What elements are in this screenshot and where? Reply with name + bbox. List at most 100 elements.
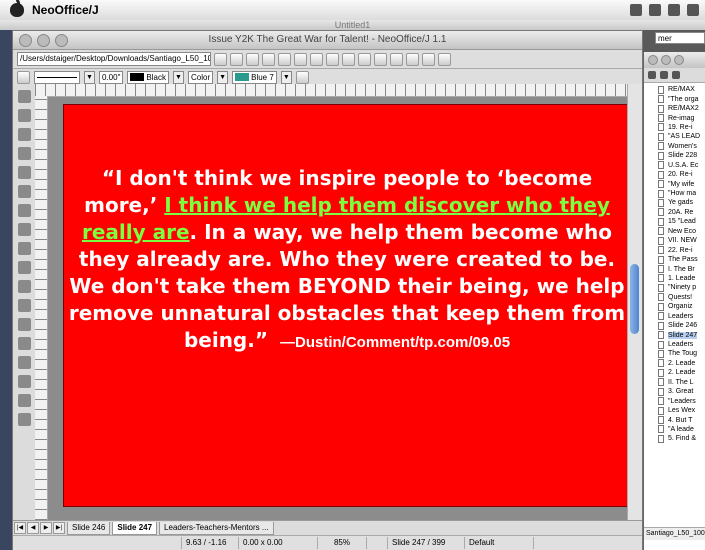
copy-icon[interactable] (326, 52, 339, 66)
navigator-item[interactable]: 5. Find & (644, 434, 705, 443)
line-tool-icon[interactable] (17, 223, 31, 236)
horizontal-ruler[interactable] (35, 84, 640, 97)
back-window-title[interactable]: Untitled1 (0, 20, 705, 30)
navigator-item[interactable]: 3. Great (644, 387, 705, 396)
navigator-item[interactable]: "Leaders (644, 396, 705, 406)
pointer-icon[interactable] (648, 71, 656, 79)
navigator-item[interactable]: RE/MAX (644, 85, 705, 94)
grid-icon[interactable] (17, 413, 31, 426)
navigator-item[interactable]: 2. Leade (644, 359, 705, 368)
align-icon[interactable] (17, 280, 31, 293)
save-icon[interactable] (246, 52, 259, 66)
navigator-item[interactable]: "A leade (644, 425, 705, 434)
first-tab-button[interactable]: |◀ (14, 522, 26, 534)
tab-leaders[interactable]: Leaders-Teachers-Mentors ... (159, 521, 274, 535)
flag-icon[interactable] (668, 4, 680, 16)
navigator-item[interactable]: "Ninety p (644, 283, 705, 292)
background-search-field[interactable]: mer (655, 32, 705, 44)
chevron-down-icon[interactable]: ▼ (172, 70, 184, 84)
status-zoom[interactable]: 85% (318, 537, 367, 549)
help-icon[interactable] (438, 52, 451, 66)
area-style-select[interactable]: Color (187, 70, 214, 84)
slide[interactable]: “I don't think we inspire people to ‘bec… (63, 104, 629, 507)
navigator-item[interactable]: Quests! (644, 293, 705, 302)
navigator-zoom-button[interactable] (674, 55, 684, 65)
navigator-item[interactable]: Women's (644, 142, 705, 151)
chevron-down-icon[interactable]: ▼ (280, 70, 292, 84)
stylist-icon[interactable] (406, 52, 419, 66)
navigator-item[interactable]: 20. Re-i (644, 170, 705, 179)
redo-icon[interactable] (374, 52, 387, 66)
navigator-item[interactable]: 20A. Re (644, 208, 705, 217)
navigator-item[interactable]: RE/MAX2 (644, 104, 705, 113)
close-button[interactable] (19, 34, 32, 47)
navigator-item[interactable]: Slide 247 (644, 330, 705, 340)
navigator-titlebar[interactable] (644, 52, 705, 68)
chevron-down-icon[interactable]: ▼ (217, 70, 229, 84)
navigator-item[interactable]: Les Wex (644, 406, 705, 415)
volume-icon[interactable] (649, 4, 661, 16)
navigator-item[interactable]: VII. NEW (644, 236, 705, 245)
vertical-ruler[interactable] (35, 96, 48, 520)
url-field[interactable]: /Users/dstaiger/Desktop/Downloads/Santia… (17, 52, 211, 66)
gallery-icon[interactable] (422, 52, 435, 66)
navigator-item[interactable]: Slide 228 (644, 151, 705, 160)
navigator-item[interactable]: The Toug (644, 349, 705, 358)
email-icon[interactable] (262, 52, 275, 66)
3d-effects-icon[interactable] (17, 337, 31, 350)
vertical-scrollbar[interactable] (627, 84, 642, 520)
navigator-item[interactable]: Leaders (644, 340, 705, 349)
select-icon[interactable] (17, 90, 31, 103)
navigator-item[interactable]: 1. Leade (644, 274, 705, 283)
navigator-document-select[interactable]: Santiago_L50_1003 (644, 527, 705, 540)
navigator-item[interactable]: II. The L (644, 378, 705, 387)
tab-slide-246[interactable]: Slide 246 (67, 521, 111, 535)
previous-slide-icon[interactable] (672, 71, 680, 79)
navigator-item[interactable]: Slide 246 (644, 321, 705, 330)
navigator-item[interactable]: 19. Re-i (644, 123, 705, 132)
navigator-item[interactable]: "The orga (644, 94, 705, 104)
undo-icon[interactable] (358, 52, 371, 66)
text-icon[interactable] (17, 128, 31, 141)
slide-canvas[interactable]: “I don't think we inspire people to ‘bec… (48, 97, 629, 520)
spotlight-icon[interactable] (687, 4, 699, 16)
last-tab-button[interactable]: ▶| (53, 522, 65, 534)
edit-file-icon[interactable] (214, 52, 227, 66)
quote-text[interactable]: “I don't think we inspire people to ‘bec… (64, 165, 630, 356)
prev-tab-button[interactable]: ◀ (27, 522, 39, 534)
line-style-select[interactable] (34, 70, 80, 84)
navigator-close-button[interactable] (648, 55, 658, 65)
print-icon[interactable] (294, 52, 307, 66)
interaction-icon[interactable] (17, 394, 31, 407)
slide-show-icon[interactable] (17, 356, 31, 369)
navigator-item[interactable]: Re-imag (644, 113, 705, 123)
navigator-item[interactable]: "How ma (644, 189, 705, 198)
export-pdf-icon[interactable] (278, 52, 291, 66)
connector-icon[interactable] (17, 242, 31, 255)
navigator-item[interactable]: Ye gads (644, 198, 705, 207)
navigator-item[interactable]: 15 "Lead (644, 217, 705, 226)
line-icon[interactable] (17, 70, 30, 84)
curve-icon[interactable] (17, 204, 31, 217)
insert-icon[interactable] (17, 318, 31, 331)
open-icon[interactable] (230, 52, 243, 66)
zoom-icon[interactable] (17, 109, 31, 122)
apple-icon[interactable] (10, 0, 24, 17)
navigator-item[interactable]: "AS LEAD (644, 132, 705, 141)
zoom-button[interactable] (55, 34, 68, 47)
navigator-item[interactable]: 22. Re-i (644, 245, 705, 255)
animation-icon[interactable] (17, 375, 31, 388)
chevron-down-icon[interactable]: ▼ (84, 70, 95, 84)
navigator-item[interactable]: 4. But T (644, 415, 705, 425)
navigator-item[interactable]: U.S.A. Ec (644, 161, 705, 170)
navigator-item[interactable]: The Pass (644, 255, 705, 264)
rectangle-icon[interactable] (17, 147, 31, 160)
cut-icon[interactable] (310, 52, 323, 66)
app-menu-name[interactable]: NeoOffice/J (32, 3, 99, 17)
shadow-icon[interactable] (295, 70, 309, 84)
fill-color-select[interactable]: Blue 7 (232, 70, 277, 84)
rotate-icon[interactable] (17, 261, 31, 274)
ellipse-icon[interactable] (17, 166, 31, 179)
navigator-minimize-button[interactable] (661, 55, 671, 65)
3d-object-icon[interactable] (17, 185, 31, 198)
